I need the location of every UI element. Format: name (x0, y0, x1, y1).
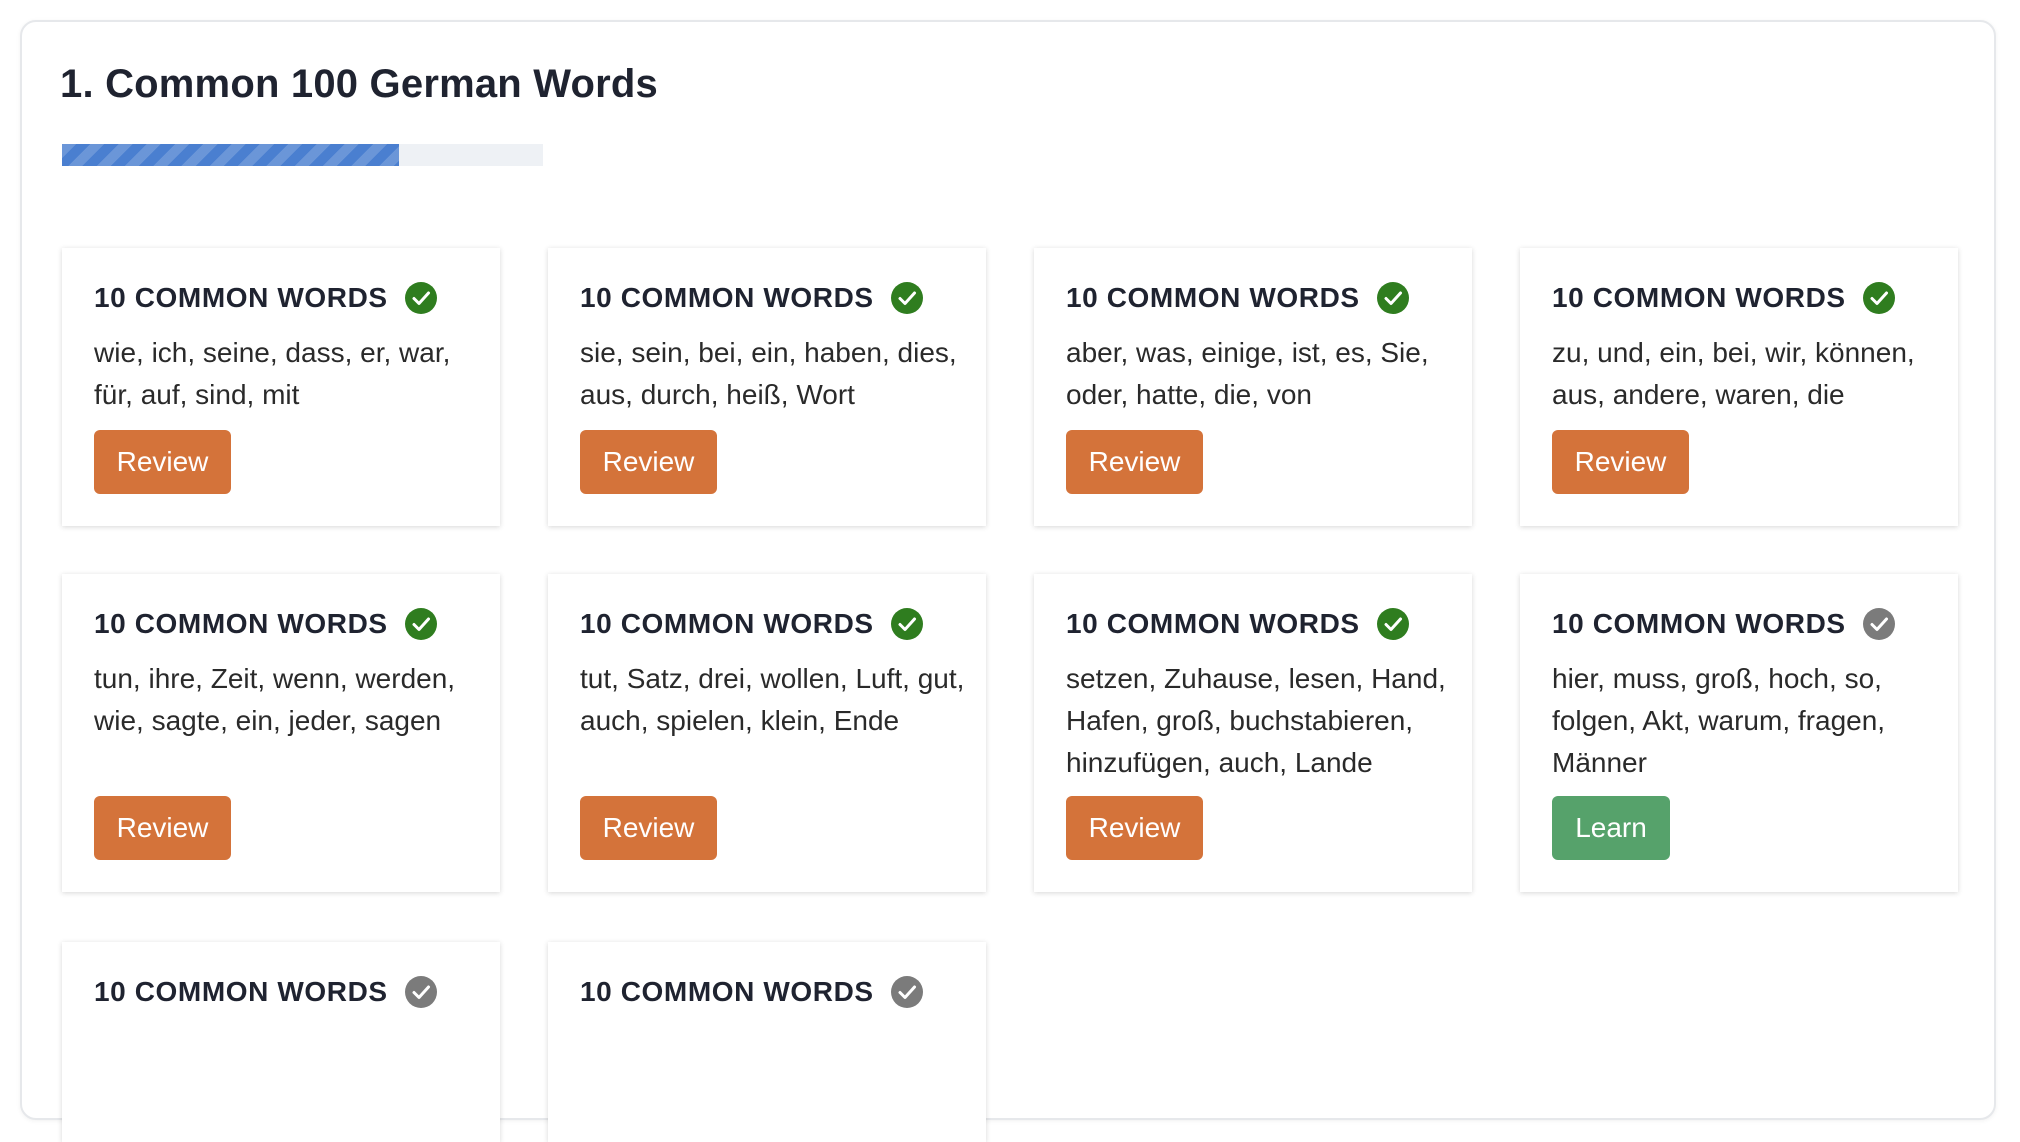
check-circle-icon (1376, 607, 1410, 641)
lesson-card-2: 10 COMMON WORDS sie, sein, bei, ein, hab… (548, 248, 986, 526)
review-button[interactable]: Review (1552, 430, 1689, 494)
learn-button[interactable]: Learn (1552, 796, 1670, 860)
review-button[interactable]: Review (1066, 430, 1203, 494)
lesson-word-list: sie, sein, bei, ein, haben, dies, aus, d… (580, 337, 957, 410)
lesson-word-list: tut, Satz, drei, wollen, Luft, gut, auch… (580, 663, 965, 736)
lesson-card-1: 10 COMMON WORDS wie, ich, seine, dass, e… (62, 248, 500, 526)
check-circle-icon (890, 607, 924, 641)
check-circle-icon (1862, 281, 1896, 315)
lesson-card-title: 10 COMMON WORDS (94, 608, 388, 639)
lesson-card-4: 10 COMMON WORDS zu, und, ein, bei, wir, … (1520, 248, 1958, 526)
check-circle-icon (890, 281, 924, 315)
review-button[interactable]: Review (580, 430, 717, 494)
lesson-word-list: hier, muss, groß, hoch, so, folgen, Akt,… (1552, 663, 1886, 778)
check-circle-icon (1376, 281, 1410, 315)
lesson-word-list: tun, ihre, Zeit, wenn, werden, wie, sagt… (94, 663, 456, 736)
review-button[interactable]: Review (580, 796, 717, 860)
check-circle-icon (404, 975, 438, 1009)
lesson-card-8: 10 COMMON WORDS hier, muss, groß, hoch, … (1520, 574, 1958, 892)
lesson-card-title: 10 COMMON WORDS (580, 608, 874, 639)
lesson-card-title: 10 COMMON WORDS (580, 976, 874, 1007)
check-circle-icon (404, 607, 438, 641)
review-button[interactable]: Review (94, 796, 231, 860)
lesson-card-title: 10 COMMON WORDS (94, 976, 388, 1007)
lesson-word-list: aber, was, einige, ist, es, Sie, oder, h… (1066, 337, 1429, 410)
lesson-card-title: 10 COMMON WORDS (580, 282, 874, 313)
review-button[interactable]: Review (1066, 796, 1203, 860)
section-title: 1. Common 100 German Words (60, 62, 658, 106)
check-circle-icon (890, 975, 924, 1009)
lesson-card-title: 10 COMMON WORDS (94, 282, 388, 313)
lesson-card-10: 10 COMMON WORDS (548, 942, 986, 1142)
lesson-card-title: 10 COMMON WORDS (1552, 282, 1846, 313)
review-button[interactable]: Review (94, 430, 231, 494)
check-circle-icon (404, 281, 438, 315)
lesson-card-7: 10 COMMON WORDS setzen, Zuhause, lesen, … (1034, 574, 1472, 892)
lesson-word-list: zu, und, ein, bei, wir, können, aus, and… (1552, 337, 1915, 410)
lesson-card-9: 10 COMMON WORDS (62, 942, 500, 1142)
progress-bar (62, 144, 543, 166)
lesson-card-3: 10 COMMON WORDS aber, was, einige, ist, … (1034, 248, 1472, 526)
lesson-card-title: 10 COMMON WORDS (1066, 608, 1360, 639)
lesson-card-title: 10 COMMON WORDS (1066, 282, 1360, 313)
lesson-word-list: setzen, Zuhause, lesen, Hand, Hafen, gro… (1066, 663, 1446, 778)
lesson-card-5: 10 COMMON WORDS tun, ihre, Zeit, wenn, w… (62, 574, 500, 892)
lesson-word-list: wie, ich, seine, dass, er, war, für, auf… (94, 337, 451, 410)
lesson-card-6: 10 COMMON WORDS tut, Satz, drei, wollen,… (548, 574, 986, 892)
lesson-card-title: 10 COMMON WORDS (1552, 608, 1846, 639)
check-circle-icon (1862, 607, 1896, 641)
progress-bar-fill (62, 144, 399, 166)
